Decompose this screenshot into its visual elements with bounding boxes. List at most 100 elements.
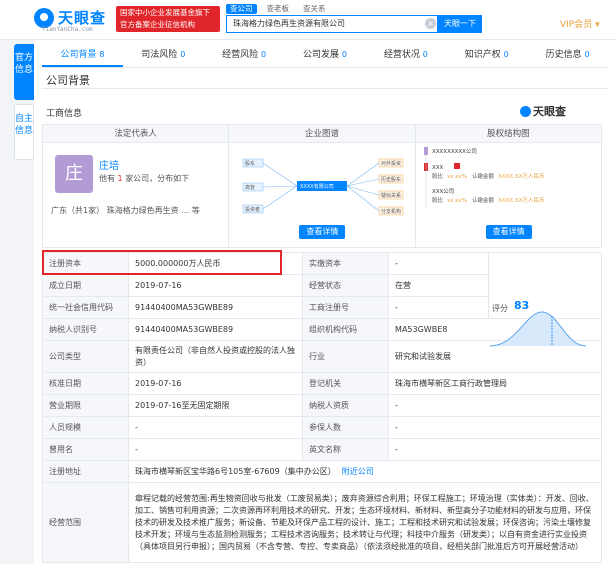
tax-id-label: 纳税人识别号 <box>42 318 129 341</box>
nav-label: 司法风险 <box>141 50 178 60</box>
map-edge <box>347 162 380 212</box>
equity-node-marker <box>423 147 428 155</box>
approval-date-value: 2019-07-16 <box>127 372 304 395</box>
status-label: 经营状态 <box>302 274 390 297</box>
insured-label: 参保人数 <box>302 416 390 439</box>
badge-line-1: 国家中小企业发展基金旗下 <box>120 8 210 17</box>
address-label: 注册地址 <box>42 460 129 483</box>
map-label: 股东 <box>245 160 255 167</box>
map-label: 高管 <box>245 184 255 191</box>
term-label: 营业期限 <box>42 394 129 417</box>
card-header: 股权结构图 <box>415 125 601 143</box>
divider <box>42 88 608 89</box>
tianyancha-logo-icon[interactable] <box>34 8 54 28</box>
search-type-tabs: 查公司 查老板 查关系 <box>226 4 330 14</box>
clear-icon[interactable]: × <box>425 18 436 29</box>
insured-value: - <box>388 416 602 439</box>
equity-top-company: XXXXXXXXX公司 <box>432 148 477 155</box>
map-label: 分支机构 <box>381 208 401 215</box>
card-header: 法定代表人 <box>43 125 229 143</box>
company-type-value: 有限责任公司（非自然人投资或控股的法人独资） <box>127 340 304 373</box>
category-nav: 公司背景 8 司法风险 0 经营风险 0 公司发展 0 经营状况 0 知识产权 … <box>42 44 608 68</box>
equity-ratio: xx.xx% <box>447 198 467 204</box>
legal-rep-name[interactable]: 庄培 <box>99 157 119 172</box>
side-tabs: 官方信息 自主信息 <box>14 44 34 160</box>
nav-history[interactable]: 历史信息 0 <box>527 44 608 67</box>
english-name-label: 英文名称 <box>302 438 390 461</box>
enterprise-map-detail-button[interactable]: 查看详情 <box>299 225 346 239</box>
score-distribution-chart <box>489 311 587 347</box>
former-name-value: - <box>127 438 304 461</box>
search-button[interactable]: 天眼一下 <box>438 15 482 33</box>
enterprise-map-card: 企业图谱 股东 高管 投资者 XXXX有限公司 对外投资 历史股东 疑似关系 分… <box>229 125 416 247</box>
credit-code-label: 统一社会信用代码 <box>42 296 129 319</box>
badge-line-2: 官方备案企业征信机构 <box>120 20 195 29</box>
map-label: 投资者 <box>245 206 260 213</box>
enterprise-map-diagram[interactable]: 股东 高管 投资者 XXXX有限公司 对外投资 历史股东 疑似关系 分支机构 <box>229 143 415 225</box>
search-tab-boss[interactable]: 查老板 <box>263 4 294 14</box>
equity-ratio: xx.xx% <box>447 174 467 180</box>
address-cell: 珠海市横琴新区宝华路6号105室-67609（集中办公区） 附近公司 <box>128 460 602 483</box>
nav-company-background[interactable]: 公司背景 8 <box>42 44 123 67</box>
table-row: 人员规模 - 参保人数 - <box>42 416 602 439</box>
vip-member-link[interactable]: VIP会员 ▾ <box>560 17 600 30</box>
map-label: 历史股东 <box>381 176 401 183</box>
status-value: 在营 <box>388 274 490 297</box>
nav-label: 公司发展 <box>303 50 340 60</box>
staff-label: 人员规模 <box>42 416 129 439</box>
company-type-label: 公司类型 <box>42 340 129 373</box>
equity-subscribe: XXXX.XX万人民币 <box>498 197 545 204</box>
equity-subscribe: XXXX.XX万人民币 <box>498 173 545 180</box>
nav-count: 0 <box>180 50 186 59</box>
nav-count: 8 <box>99 50 105 59</box>
equity-shareholder: XXX <box>432 165 444 171</box>
tyc-logo-icon <box>520 105 531 117</box>
nav-count: 0 <box>503 50 509 59</box>
table-row: 注册地址 珠海市横琴新区宝华路6号105室-67609（集中办公区） 附近公司 <box>42 460 602 483</box>
score-curve-area <box>490 312 586 346</box>
nearby-companies-link[interactable]: 附近公司 <box>342 467 374 476</box>
reg-authority-value: 珠海市横琴新区工商行政管理局 <box>388 372 602 395</box>
est-date-label: 成立日期 <box>42 274 129 297</box>
map-edge <box>263 162 298 210</box>
side-tab-official[interactable]: 官方信息 <box>14 44 34 100</box>
equity-structure-card: 股权结构图 XXXXXXXXX公司 XXX 股比 xx.xx% 认缴金额 XXX… <box>415 125 602 247</box>
summary-cards: 法定代表人 庄 庄培 他有 1 家公司，分布如下 广东（共1家） 珠海格力绿色再… <box>42 124 602 248</box>
est-date-value: 2019-07-16 <box>127 274 304 297</box>
count-prefix: 他有 <box>99 174 115 183</box>
reg-no-label: 工商注册号 <box>302 296 390 319</box>
equity-subscribe-label: 认缴金额 <box>472 196 495 204</box>
official-badge[interactable]: 国家中小企业发展基金旗下 官方备案企业征信机构 <box>116 6 220 32</box>
address-value: 珠海市横琴新区宝华路6号105室-67609（集中办公区） <box>135 467 336 476</box>
equity-company: XXX公司 <box>432 188 454 195</box>
search-tab-company[interactable]: 查公司 <box>226 4 257 14</box>
logo-subtext: TianYanCha.com <box>42 26 93 33</box>
legal-rep-region[interactable]: 广东（共1家） 珠海格力绿色再生资 … 等 <box>51 205 200 216</box>
business-info-title: 工商信息 <box>46 109 83 119</box>
nav-label: 经营状况 <box>383 50 420 60</box>
logo-text[interactable]: 天眼查 <box>58 7 106 28</box>
nav-operating-risk[interactable]: 经营风险 0 <box>204 44 285 67</box>
nav-intellectual-property[interactable]: 知识产权 0 <box>446 44 527 67</box>
side-tab-self[interactable]: 自主信息 <box>14 104 34 160</box>
equity-ratio-label: 股比 <box>432 196 444 204</box>
nav-operating-status[interactable]: 经营状况 0 <box>365 44 446 67</box>
equity-structure-diagram[interactable]: XXXXXXXXX公司 XXX 股比 xx.xx% 认缴金额 XXXX.XX万人… <box>416 143 602 225</box>
nav-label: 经营风险 <box>222 50 259 60</box>
table-row: 营业期限 2019-07-16至无固定期限 纳税人资质 - <box>42 394 602 417</box>
industry-label: 行业 <box>302 340 390 373</box>
nav-judicial-risk[interactable]: 司法风险 0 <box>123 44 204 67</box>
nav-company-development[interactable]: 公司发展 0 <box>285 44 366 67</box>
legal-rep-card: 法定代表人 庄 庄培 他有 1 家公司，分布如下 广东（共1家） 珠海格力绿色再… <box>43 125 230 247</box>
search-input[interactable]: 珠海格力绿色再生资源有限公司 <box>226 15 438 33</box>
equity-detail-button[interactable]: 查看详情 <box>485 225 532 239</box>
search-tab-relation[interactable]: 查关系 <box>299 4 330 14</box>
avatar[interactable]: 庄 <box>55 155 93 193</box>
credit-code-value: 91440400MA53GWBE89 <box>127 296 304 319</box>
legal-rep-company-count: 他有 1 家公司，分布如下 <box>99 173 189 184</box>
tax-id-value: 91440400MA53GWBE89 <box>127 318 304 341</box>
table-row: 核准日期 2019-07-16 登记机关 珠海市横琴新区工商行政管理局 <box>42 372 602 395</box>
top-bar: 天眼查 TianYanCha.com 国家中小企业发展基金旗下 官方备案企业征信… <box>0 0 616 40</box>
tyc-mark-text: 天眼查 <box>533 105 566 118</box>
org-code-label: 组织机构代码 <box>302 318 390 341</box>
